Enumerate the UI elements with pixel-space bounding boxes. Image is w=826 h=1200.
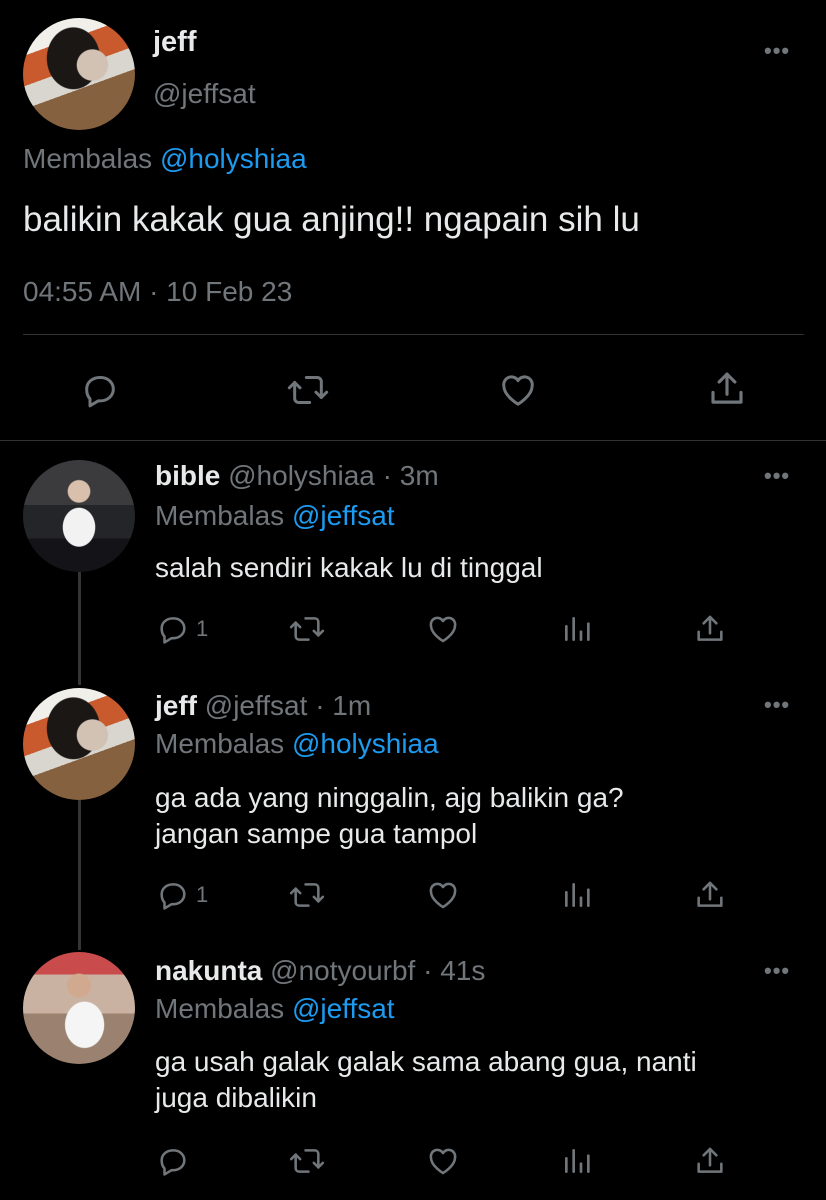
replying-to-link[interactable]: @jeffsat <box>292 993 395 1024</box>
share-icon[interactable] <box>693 877 727 913</box>
reply-text-line: jangan sampe gua tampol <box>155 818 478 849</box>
author-handle[interactable]: @jeffsat <box>153 78 256 110</box>
analytics-icon[interactable] <box>561 612 593 646</box>
reply-count: 1 <box>196 616 209 641</box>
reply-text: ga ada yang ninggalin, ajg balikin ga? j… <box>155 780 624 852</box>
tweet-timestamp[interactable]: 04:55 AM · 10 Feb 23 <box>23 276 292 308</box>
author-handle[interactable]: @jeffsat <box>205 690 308 721</box>
more-options-icon[interactable]: ••• <box>764 958 790 984</box>
author-name[interactable]: nakunta <box>155 955 262 986</box>
reply-text-line: salah sendiri kakak lu di tinggal <box>155 552 543 583</box>
reply-text: salah sendiri kakak lu di tinggal <box>155 550 543 586</box>
share-icon[interactable] <box>693 1143 727 1179</box>
author-handle[interactable]: @notyourbf <box>270 955 415 986</box>
replying-prefix: Membalas <box>155 500 285 531</box>
like-icon[interactable] <box>425 612 461 646</box>
reply-text-line: juga dibalikin <box>155 1082 317 1113</box>
reply-count: 1 <box>196 882 209 907</box>
reply-time[interactable]: · 1m <box>315 690 371 721</box>
reply-time[interactable]: · 41s <box>423 955 485 986</box>
reply-icon[interactable] <box>156 1144 190 1178</box>
reply-text: ga usah galak galak sama abang gua, nant… <box>155 1044 697 1116</box>
author-handle[interactable]: @holyshiaa <box>228 460 375 491</box>
retweet-icon[interactable] <box>288 612 326 646</box>
replying-to: Membalas @holyshiaa <box>155 728 439 760</box>
retweet-icon[interactable] <box>288 1144 326 1178</box>
replying-to-link[interactable]: @jeffsat <box>292 500 395 531</box>
thread-line <box>78 572 81 685</box>
replying-prefix: Membalas <box>155 993 285 1024</box>
analytics-icon[interactable] <box>561 878 593 912</box>
tweet-text: balikin kakak gua anjing!! ngapain sih l… <box>23 200 640 239</box>
retweet-icon[interactable] <box>286 370 330 410</box>
reply-icon[interactable] <box>80 370 120 410</box>
replying-to-link[interactable]: @holyshiaa <box>292 728 439 759</box>
more-options-icon[interactable]: ••• <box>764 463 790 489</box>
author-name[interactable]: bible <box>155 460 220 491</box>
reply-text-line: ga ada yang ninggalin, ajg balikin ga? <box>155 782 624 813</box>
author-name[interactable]: jeff <box>155 690 197 721</box>
author-name[interactable]: jeff <box>153 26 197 59</box>
thread-line <box>78 800 81 950</box>
replying-to: Membalas @jeffsat <box>155 500 395 532</box>
avatar[interactable] <box>23 460 135 572</box>
retweet-icon[interactable] <box>288 878 326 912</box>
section-divider <box>0 440 826 441</box>
reply-text-line: ga usah galak galak sama abang gua, nant… <box>155 1046 697 1077</box>
avatar[interactable] <box>23 952 135 1064</box>
reply-time[interactable]: · 3m <box>383 460 439 491</box>
replying-to: Membalas @holyshiaa <box>23 143 307 175</box>
like-icon[interactable] <box>497 370 539 410</box>
like-icon[interactable] <box>425 878 461 912</box>
replying-prefix: Membalas <box>155 728 285 759</box>
divider <box>23 334 804 335</box>
avatar[interactable] <box>23 18 135 130</box>
replying-prefix: Membalas <box>23 143 153 174</box>
reply-icon[interactable]: 1 <box>156 878 208 912</box>
like-icon[interactable] <box>425 1144 461 1178</box>
reply-icon[interactable]: 1 <box>156 612 208 646</box>
share-icon[interactable] <box>693 611 727 647</box>
reply-header: bible @holyshiaa · 3m <box>155 460 439 492</box>
avatar[interactable] <box>23 688 135 800</box>
share-icon[interactable] <box>706 368 748 410</box>
reply-header: nakunta @notyourbf · 41s <box>155 955 485 987</box>
more-options-icon[interactable]: ••• <box>764 692 790 718</box>
replying-to: Membalas @jeffsat <box>155 993 395 1025</box>
replying-to-link[interactable]: @holyshiaa <box>160 143 307 174</box>
more-options-icon[interactable]: ••• <box>764 38 790 64</box>
reply-header: jeff @jeffsat · 1m <box>155 690 371 722</box>
analytics-icon[interactable] <box>561 1144 593 1178</box>
